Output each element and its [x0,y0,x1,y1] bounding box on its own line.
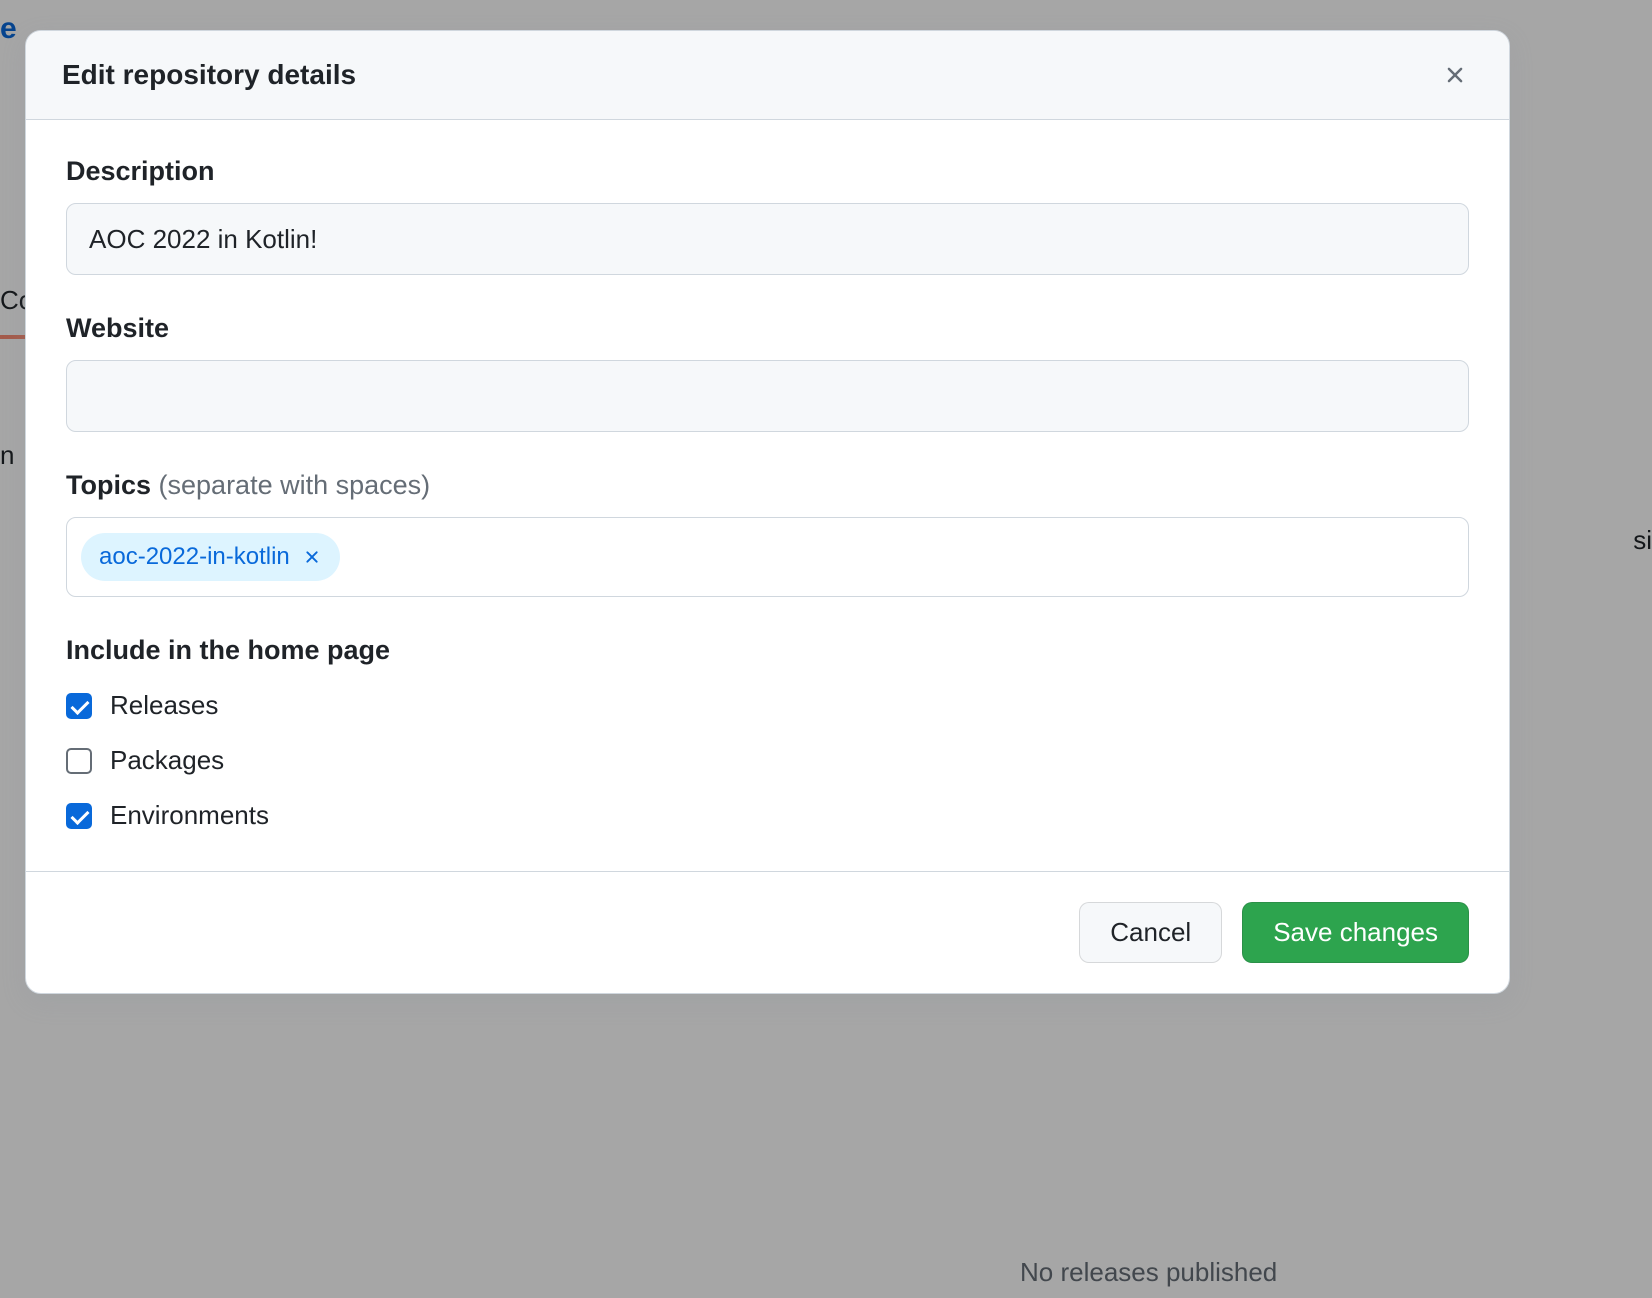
modal-title: Edit repository details [62,59,356,91]
environments-label: Environments [110,800,269,831]
releases-checkbox[interactable] [66,693,92,719]
topics-input-box[interactable]: aoc-2022-in-kotlin [66,517,1469,597]
bg-link-fragment: e [0,12,17,46]
topic-chip-text: aoc-2022-in-kotlin [99,543,290,571]
description-input[interactable] [66,203,1469,275]
description-label: Description [66,156,1469,187]
bg-right-fragment: si [1633,525,1652,556]
close-icon [1442,62,1468,88]
include-option-packages: Packages [66,745,1469,776]
website-label: Website [66,313,1469,344]
topics-field: Topics (separate with spaces) aoc-2022-i… [66,470,1469,597]
packages-label: Packages [110,745,224,776]
close-icon [302,547,322,567]
topics-hint: (separate with spaces) [159,470,431,500]
bg-row-fragment: n [0,440,14,471]
description-field: Description [66,156,1469,275]
edit-repo-details-modal: Edit repository details Description Webs… [25,30,1510,994]
modal-body: Description Website Topics (separate wit… [26,120,1509,871]
include-section: Include in the home page Releases Packag… [66,635,1469,831]
include-heading: Include in the home page [66,635,1469,666]
website-input[interactable] [66,360,1469,432]
topics-label: Topics (separate with spaces) [66,470,1469,501]
bg-releases-text: No releases published [1020,1257,1277,1288]
website-field: Website [66,313,1469,432]
modal-footer: Cancel Save changes [26,871,1509,993]
packages-checkbox[interactable] [66,748,92,774]
topic-remove-button[interactable] [302,547,322,567]
include-option-environments: Environments [66,800,1469,831]
releases-label: Releases [110,690,218,721]
include-option-releases: Releases [66,690,1469,721]
close-button[interactable] [1437,57,1473,93]
environments-checkbox[interactable] [66,803,92,829]
modal-header: Edit repository details [26,31,1509,120]
topics-label-text: Topics [66,470,151,500]
cancel-button[interactable]: Cancel [1079,902,1222,963]
save-changes-button[interactable]: Save changes [1242,902,1469,963]
topic-chip: aoc-2022-in-kotlin [81,533,340,581]
